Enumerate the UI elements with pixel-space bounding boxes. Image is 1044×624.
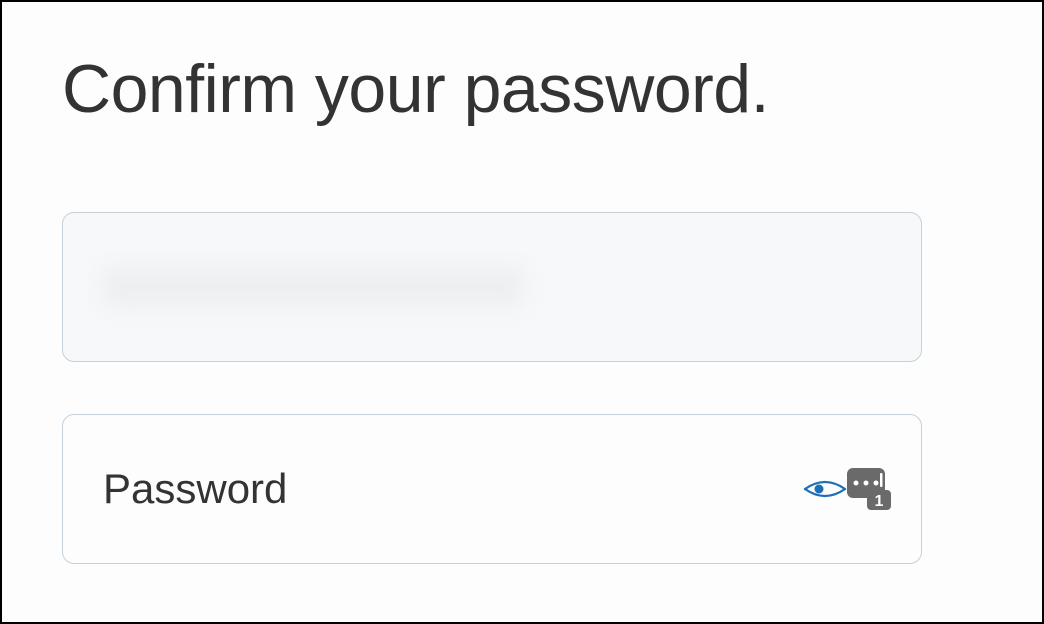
password-input[interactable] [103,465,881,513]
password-field-wrapper[interactable]: 1 [62,414,922,564]
form-fields: 1 [62,212,982,564]
email-redacted-content [103,267,523,307]
svg-text:1: 1 [875,493,884,510]
show-password-eye-icon[interactable] [803,475,847,503]
email-field-wrapper[interactable] [62,212,922,362]
confirm-password-dialog: Confirm your password. [0,0,1044,624]
password-manager-icon[interactable]: 1 [843,466,893,512]
password-icons-group: 1 [803,466,893,512]
page-title: Confirm your password. [62,52,982,127]
